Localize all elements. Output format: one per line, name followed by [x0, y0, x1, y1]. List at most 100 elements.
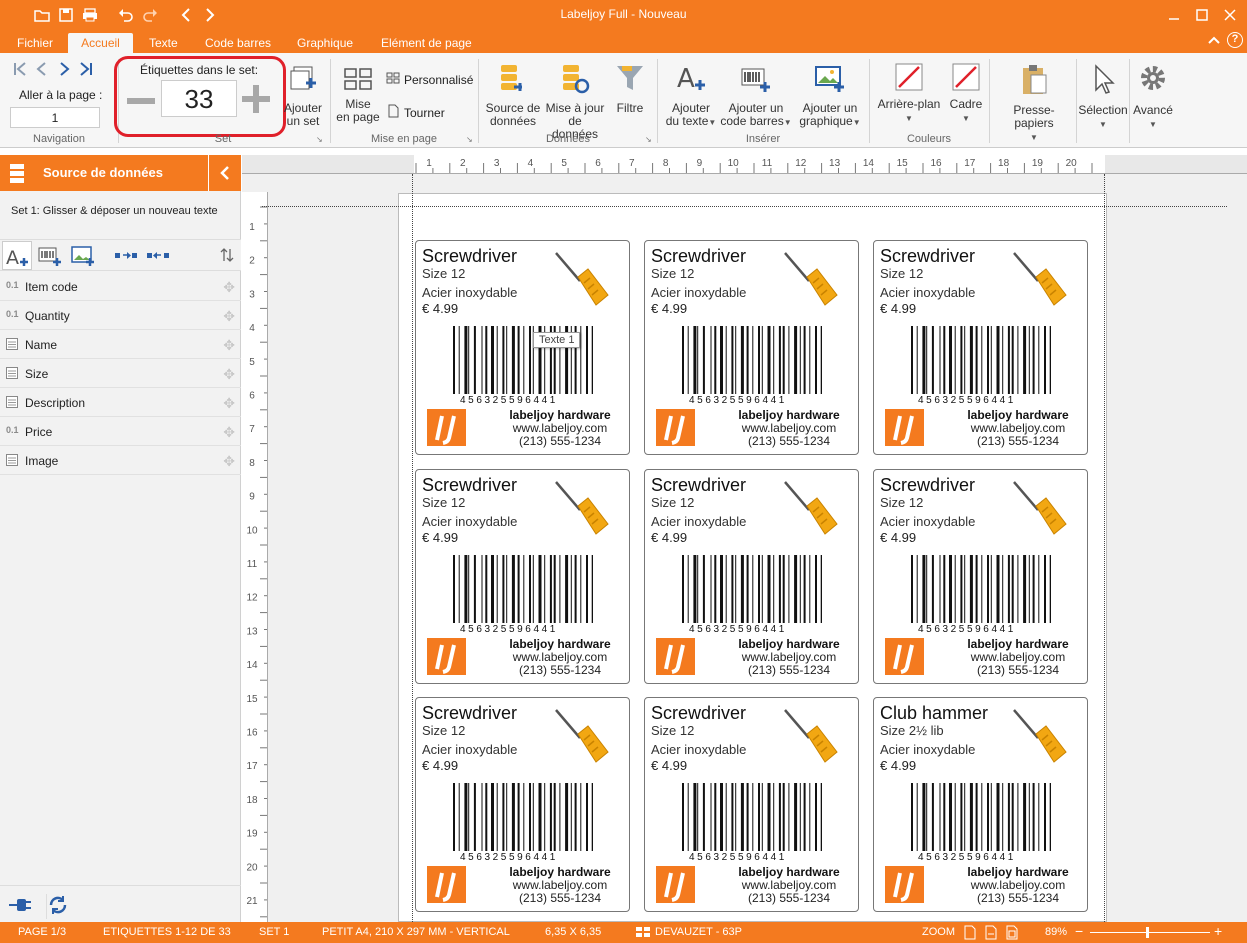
label-size[interactable]: Size 12 [651, 495, 694, 510]
label-material[interactable]: Acier inoxydable [651, 285, 746, 300]
fit-page-icon[interactable] [964, 925, 976, 943]
label-website[interactable]: www.labeljoy.com [729, 650, 849, 664]
label-website[interactable]: www.labeljoy.com [958, 650, 1078, 664]
label-logo[interactable] [656, 866, 695, 903]
label-card[interactable]: Screwdriver Size 12 Acier inoxydable € 4.99… [644, 469, 859, 684]
label-image[interactable] [550, 249, 610, 316]
label-price[interactable]: € 4.99 [880, 301, 916, 316]
label-company[interactable]: labeljoy hardware [500, 865, 620, 879]
maximize-icon[interactable] [1191, 6, 1213, 24]
tab-code-barres[interactable]: Code barres [205, 33, 271, 53]
field-row-quantity[interactable]: 0.1 Quantity ✥ [0, 301, 241, 330]
label-company[interactable]: labeljoy hardware [500, 637, 620, 651]
label-company[interactable]: labeljoy hardware [958, 637, 1078, 651]
label-material[interactable]: Acier inoxydable [880, 285, 975, 300]
zoom-slider-track[interactable] [1090, 932, 1210, 933]
tab-fichier[interactable]: Fichier [17, 33, 53, 53]
label-company[interactable]: labeljoy hardware [958, 408, 1078, 422]
label-card[interactable]: Club hammer Size 2½ lib Acier inoxydable € … [873, 697, 1088, 912]
label-image[interactable] [779, 249, 839, 316]
label-product-name[interactable]: Screwdriver [651, 246, 746, 267]
move-left-icon[interactable] [146, 250, 170, 265]
label-phone[interactable]: (213) 555-1234 [729, 663, 849, 677]
field-row-description[interactable]: Description ✥ [0, 388, 241, 417]
label-material[interactable]: Acier inoxydable [651, 514, 746, 529]
label-price[interactable]: € 4.99 [651, 530, 687, 545]
first-page-icon[interactable] [13, 62, 27, 79]
minimize-icon[interactable] [1163, 6, 1185, 24]
label-logo[interactable] [885, 638, 924, 675]
refresh-data-icon[interactable] [46, 894, 69, 919]
label-logo[interactable] [427, 409, 466, 446]
label-card[interactable]: Screwdriver Size 12 Acier inoxydable € 4.99… [415, 469, 630, 684]
label-logo[interactable] [427, 638, 466, 675]
label-phone[interactable]: (213) 555-1234 [958, 663, 1078, 677]
label-material[interactable]: Acier inoxydable [880, 742, 975, 757]
ribbon-collapse-icon[interactable] [1207, 33, 1221, 50]
goto-page-input[interactable]: 1 [10, 107, 100, 128]
label-company[interactable]: labeljoy hardware [729, 637, 849, 651]
clipboard-button[interactable]: Presse-papiers ▼ [994, 63, 1074, 144]
drag-handle-icon[interactable]: ✥ [223, 308, 235, 325]
add-set-button[interactable]: Ajouter un set [280, 63, 326, 128]
custom-button[interactable]: Personnalisé [386, 72, 473, 87]
label-card[interactable]: Screwdriver Size 12 Acier inoxydable € 4.99… [873, 240, 1088, 455]
label-company[interactable]: labeljoy hardware [500, 408, 620, 422]
help-icon[interactable]: ? [1227, 32, 1243, 48]
tab-graphique[interactable]: Graphique [297, 33, 353, 53]
label-image[interactable] [779, 706, 839, 773]
label-barcode[interactable] [682, 555, 824, 628]
advanced-button[interactable]: Avancé ▼ [1130, 63, 1176, 131]
dialog-launcher-icon[interactable]: ↘ [645, 135, 652, 144]
selection-button[interactable]: Sélection ▼ [1077, 63, 1129, 131]
label-logo[interactable] [885, 866, 924, 903]
label-website[interactable]: www.labeljoy.com [729, 878, 849, 892]
label-product-name[interactable]: Screwdriver [880, 475, 975, 496]
label-website[interactable]: www.labeljoy.com [500, 421, 620, 435]
label-product-name[interactable]: Screwdriver [651, 703, 746, 724]
label-size[interactable]: Size 12 [651, 266, 694, 281]
move-right-icon[interactable] [114, 250, 138, 265]
drag-handle-icon[interactable]: ✥ [223, 453, 235, 470]
label-phone[interactable]: (213) 555-1234 [958, 434, 1078, 448]
frame-color-button[interactable]: Cadre ▼ [946, 63, 986, 125]
label-size[interactable]: Size 12 [651, 723, 694, 738]
label-product-name[interactable]: Screwdriver [651, 475, 746, 496]
field-row-name[interactable]: Name ✥ [0, 330, 241, 359]
zoom-in-button[interactable]: + [1214, 923, 1222, 939]
field-row-price[interactable]: 0.1 Price ✥ [0, 417, 241, 446]
label-size[interactable]: Size 12 [880, 266, 923, 281]
label-product-name[interactable]: Screwdriver [422, 703, 517, 724]
label-logo[interactable] [656, 638, 695, 675]
rotate-button[interactable]: Tourner [386, 104, 445, 121]
label-barcode[interactable] [453, 783, 595, 856]
data-source-button[interactable]: Source de données [485, 63, 541, 128]
add-barcode-button[interactable]: Ajouter un code barres▼ [720, 63, 792, 129]
zoom-out-button[interactable]: − [1075, 923, 1083, 939]
label-size[interactable]: Size 12 [880, 495, 923, 510]
dialog-launcher-icon[interactable]: ↘ [316, 135, 323, 144]
labels-count-input[interactable]: 33 [161, 80, 237, 117]
drag-handle-icon[interactable]: ✥ [223, 337, 235, 354]
label-price[interactable]: € 4.99 [422, 758, 458, 773]
label-card[interactable]: Screwdriver Size 12 Acier inoxydable € 4.99… [873, 469, 1088, 684]
label-barcode[interactable] [911, 783, 1053, 856]
actual-size-icon[interactable] [1006, 925, 1018, 943]
label-product-name[interactable]: Screwdriver [422, 246, 517, 267]
label-image[interactable] [550, 478, 610, 545]
filter-button[interactable]: Filtre [612, 63, 648, 115]
label-website[interactable]: www.labeljoy.com [500, 650, 620, 664]
label-image[interactable] [779, 478, 839, 545]
label-phone[interactable]: (213) 555-1234 [729, 891, 849, 905]
add-graphic-button[interactable]: Ajouter un graphique▼ [794, 63, 866, 129]
label-logo[interactable] [427, 866, 466, 903]
label-website[interactable]: www.labeljoy.com [958, 421, 1078, 435]
label-price[interactable]: € 4.99 [422, 301, 458, 316]
dialog-launcher-icon[interactable]: ↘ [466, 135, 473, 144]
label-barcode[interactable] [453, 555, 595, 628]
prev-page-icon[interactable] [35, 62, 49, 79]
label-product-name[interactable]: Screwdriver [880, 246, 975, 267]
label-price[interactable]: € 4.99 [422, 530, 458, 545]
label-size[interactable]: Size 12 [422, 723, 465, 738]
field-row-size[interactable]: Size ✥ [0, 359, 241, 388]
